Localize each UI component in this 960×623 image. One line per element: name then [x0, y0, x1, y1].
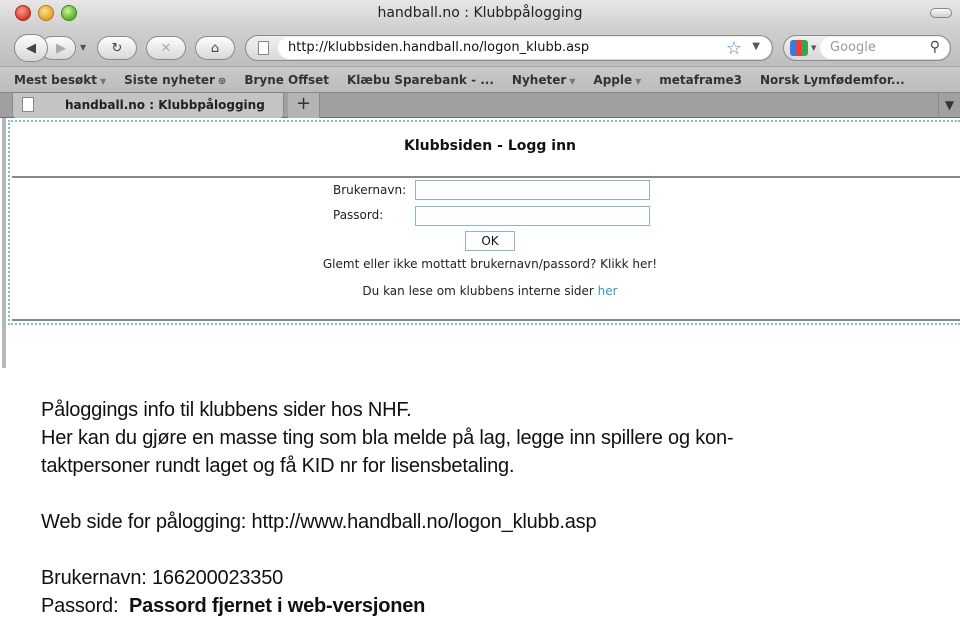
tab-klubbpalogging[interactable]: handball.no : Klubbpålogging [12, 93, 284, 118]
search-bar: ▼ Google ⚲ [783, 35, 951, 61]
username-label: Brukernavn: [333, 183, 407, 197]
stop-icon: ✕ [160, 40, 172, 56]
read-more-label: Du kan lese om klubbens interne sider [362, 284, 598, 298]
address-bar: http://klubbsiden.handball.no/logon_klub… [245, 35, 773, 61]
read-more-link[interactable]: her [598, 284, 618, 298]
chevron-down-icon: ▼ [569, 76, 576, 86]
url-dropdown-icon[interactable]: ▼ [752, 41, 760, 52]
password-input[interactable] [415, 206, 650, 226]
doc-password: Passord: Passord fjernet i web-versjonen [41, 592, 951, 620]
divider [12, 319, 960, 321]
title-bar: handball.no : Klubbpålogging [0, 0, 960, 30]
page-icon [258, 41, 269, 55]
doc-web-address: Web side for pålogging: http://www.handb… [41, 511, 597, 533]
history-dropdown-icon[interactable]: ▼ [80, 43, 86, 52]
doc-password-note: Passord fjernet i web-versjonen [129, 595, 426, 617]
window-edge [2, 118, 6, 368]
bookmark-label: Siste nyheter [124, 72, 215, 87]
bookmark-label: Apple [593, 72, 633, 87]
bookmarks-bar: Mest besøkt ▼ Siste nyheter ⊛ Bryne Offset… [0, 66, 960, 92]
bookmark-label: Mest besøkt [14, 72, 97, 87]
search-icon[interactable]: ⚲ [930, 39, 940, 55]
rss-icon: ⊛ [217, 75, 227, 87]
back-button[interactable]: ◀ [14, 34, 48, 62]
window-title: handball.no : Klubbpålogging [377, 5, 583, 21]
frame-border [8, 323, 960, 325]
bookmark-metaframe3[interactable]: metaframe3 [659, 73, 742, 87]
divider [12, 176, 960, 178]
reload-icon: ↻ [111, 40, 123, 56]
bookmark-siste-nyheter[interactable]: Siste nyheter ⊛ [124, 73, 226, 87]
page-icon [22, 97, 34, 112]
frame-border [8, 120, 960, 122]
engine-dropdown-icon[interactable]: ▼ [811, 44, 816, 52]
home-icon: ⌂ [210, 40, 220, 56]
tab-list-icon[interactable]: ▼ [938, 93, 960, 118]
new-tab-button[interactable]: + [288, 93, 320, 118]
bookmark-klaebu-sparebank[interactable]: Klæbu Sparebank - ... [347, 73, 494, 87]
doc-username: Brukernavn: 166200023350 [41, 567, 284, 589]
bookmark-mest-besokt[interactable]: Mest besøkt ▼ [14, 73, 106, 87]
ok-button[interactable]: OK [465, 231, 515, 251]
chevron-down-icon: ▼ [635, 76, 642, 86]
google-engine-icon[interactable] [790, 40, 808, 56]
chevron-down-icon: ▼ [99, 76, 107, 86]
page-viewport: Klubbsiden - Logg inn Brukernavn: Passor… [0, 118, 960, 368]
url-input[interactable]: http://klubbsiden.handball.no/logon_klub… [278, 37, 771, 59]
navigation-toolbar: ▶ ◀ ▼ ↻ ✕ ⌂ http://klubbsiden.handball.n… [0, 30, 960, 66]
password-label: Passord: [333, 208, 384, 222]
forward-icon: ▶ [56, 40, 66, 56]
back-icon: ◀ [26, 40, 36, 56]
read-more-text: Du kan lese om klubbens interne sider he… [0, 284, 960, 298]
stop-button[interactable]: ✕ [146, 36, 186, 60]
bookmark-nyheter[interactable]: Nyheter ▼ [512, 73, 576, 87]
doc-heading: Påloggings info til klubbens sider hos N… [41, 399, 412, 421]
forgot-password-link[interactable]: Glemt eller ikke mottatt brukernavn/pass… [0, 257, 960, 271]
doc-paragraph-line: Her kan du gjøre en masse ting som bla m… [41, 427, 734, 449]
toolbar-toggle-button[interactable] [930, 8, 952, 18]
bookmark-apple[interactable]: Apple ▼ [593, 73, 641, 87]
home-button[interactable]: ⌂ [195, 36, 235, 60]
doc-password-label: Passord: [41, 595, 130, 617]
bookmark-label: Nyheter [511, 72, 567, 87]
bookmark-norsk-lymfodem[interactable]: Norsk Lymfødemfor... [760, 73, 905, 87]
tab-bar: handball.no : Klubbpålogging + ▼ [0, 92, 960, 118]
doc-paragraph-line: taktpersoner rundt laget og få KID nr fo… [41, 455, 515, 477]
bookmark-star-icon[interactable]: ☆ [726, 38, 742, 59]
tab-label: handball.no : Klubbpålogging [65, 98, 265, 112]
document-text: Påloggings info til klubbens sider hos N… [41, 396, 951, 620]
username-input[interactable] [415, 180, 650, 200]
login-title: Klubbsiden - Logg inn [403, 138, 577, 154]
bookmark-bryne-offset[interactable]: Bryne Offset [244, 73, 329, 87]
reload-button[interactable]: ↻ [97, 36, 137, 60]
browser-window: handball.no : Klubbpålogging ▶ ◀ ▼ ↻ ✕ ⌂… [0, 0, 960, 368]
